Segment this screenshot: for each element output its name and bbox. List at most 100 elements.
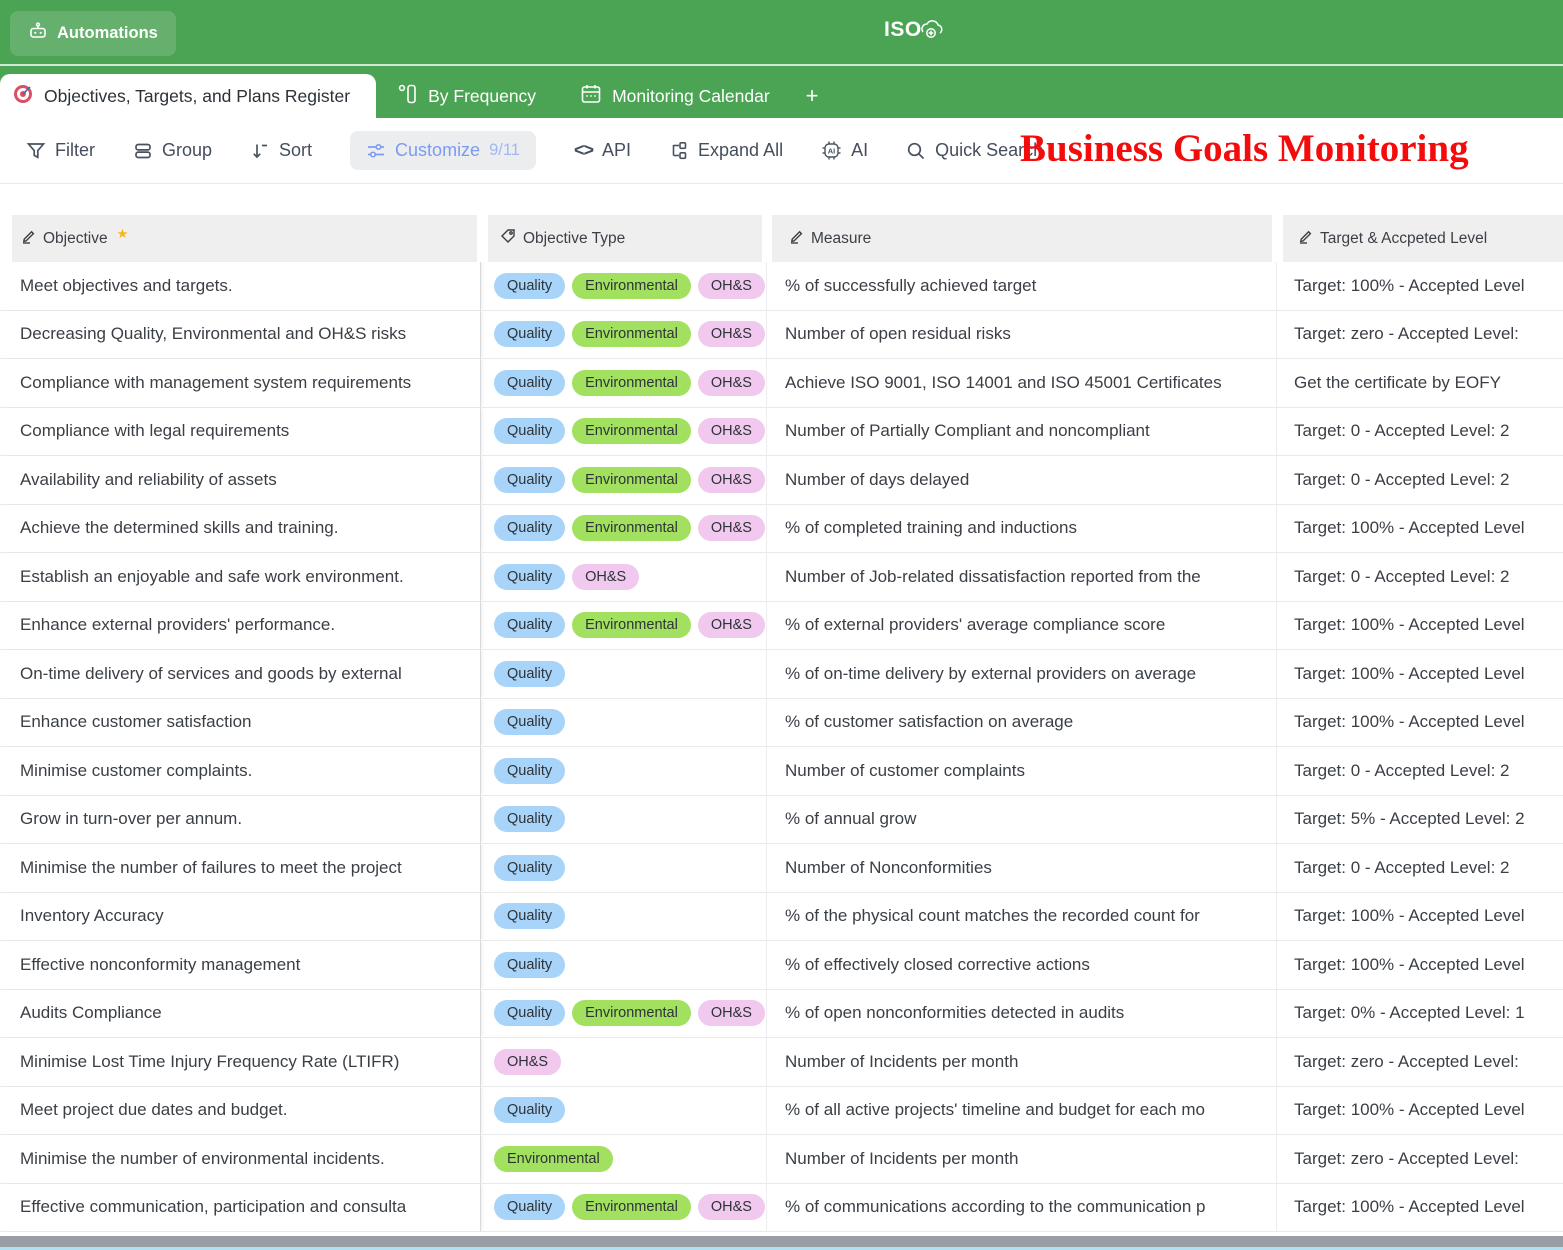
measure-cell[interactable]: Number of Incidents per month	[767, 1135, 1277, 1183]
measure-cell[interactable]: Achieve ISO 9001, ISO 14001 and ISO 4500…	[767, 359, 1277, 407]
tab-monitoring-calendar[interactable]: Monitoring Calendar	[558, 74, 792, 118]
table-row[interactable]: Establish an enjoyable and safe work env…	[0, 553, 1563, 602]
objective-cell[interactable]: Achieve the determined skills and traini…	[0, 505, 481, 553]
add-view-tab[interactable]: +	[792, 74, 833, 118]
objective-cell[interactable]: Meet project due dates and budget.	[0, 1087, 481, 1135]
objective-type-cell[interactable]: QualityEnvironmentalOH&S	[481, 359, 767, 407]
filter-button[interactable]: Filter	[26, 140, 95, 161]
objective-cell[interactable]: Compliance with management system requir…	[0, 359, 481, 407]
target-cell[interactable]: Target: zero - Accepted Level:	[1277, 1038, 1563, 1086]
target-cell[interactable]: Target: 100% - Accepted Level	[1277, 650, 1563, 698]
table-row[interactable]: Achieve the determined skills and traini…	[0, 505, 1563, 554]
table-row[interactable]: Compliance with legal requirements Quali…	[0, 408, 1563, 457]
measure-cell[interactable]: Number of Incidents per month	[767, 1038, 1277, 1086]
table-row[interactable]: Inventory Accuracy Quality % of the phys…	[0, 893, 1563, 942]
objective-type-cell[interactable]: QualityEnvironmentalOH&S	[481, 505, 767, 553]
ai-button[interactable]: AI AI	[821, 140, 868, 161]
objective-cell[interactable]: Meet objectives and targets.	[0, 262, 481, 310]
objective-cell[interactable]: Enhance customer satisfaction	[0, 699, 481, 747]
api-button[interactable]: <> API	[574, 140, 631, 161]
target-cell[interactable]: Target: 100% - Accepted Level	[1277, 262, 1563, 310]
measure-cell[interactable]: % of open nonconformities detected in au…	[767, 990, 1277, 1038]
target-cell[interactable]: Target: 100% - Accepted Level	[1277, 505, 1563, 553]
automations-button[interactable]: Automations	[10, 11, 176, 56]
table-row[interactable]: Availability and reliability of assets Q…	[0, 456, 1563, 505]
table-row[interactable]: Minimise the number of failures to meet …	[0, 844, 1563, 893]
table-row[interactable]: Minimise customer complaints. Quality Nu…	[0, 747, 1563, 796]
table-row[interactable]: Meet project due dates and budget. Quali…	[0, 1087, 1563, 1136]
objective-type-cell[interactable]: Quality	[481, 796, 767, 844]
table-row[interactable]: Minimise the number of environmental inc…	[0, 1135, 1563, 1184]
column-header-objective-type[interactable]: Objective Type	[488, 215, 762, 262]
table-row[interactable]: Audits Compliance QualityEnvironmentalOH…	[0, 990, 1563, 1039]
measure-cell[interactable]: Number of Partially Compliant and noncom…	[767, 408, 1277, 456]
group-button[interactable]: Group	[133, 140, 212, 161]
objective-cell[interactable]: Effective communication, participation a…	[0, 1184, 481, 1232]
table-row[interactable]: Enhance customer satisfaction Quality % …	[0, 699, 1563, 748]
target-cell[interactable]: Target: 0 - Accepted Level: 2	[1277, 408, 1563, 456]
column-header-target[interactable]: Target & Accpeted Level	[1283, 215, 1563, 262]
objective-type-cell[interactable]: QualityOH&S	[481, 553, 767, 601]
target-cell[interactable]: Target: 0 - Accepted Level: 2	[1277, 844, 1563, 892]
target-cell[interactable]: Get the certificate by EOFY	[1277, 359, 1563, 407]
objective-type-cell[interactable]: QualityEnvironmentalOH&S	[481, 408, 767, 456]
tab-objectives-register[interactable]: Objectives, Targets, and Plans Register	[0, 74, 376, 118]
target-cell[interactable]: Target: 0 - Accepted Level: 2	[1277, 747, 1563, 795]
objective-cell[interactable]: Availability and reliability of assets	[0, 456, 481, 504]
objective-type-cell[interactable]: Quality	[481, 699, 767, 747]
measure-cell[interactable]: % of effectively closed corrective actio…	[767, 941, 1277, 989]
horizontal-scrollbar[interactable]	[0, 1236, 1563, 1247]
objective-cell[interactable]: Audits Compliance	[0, 990, 481, 1038]
target-cell[interactable]: Target: 0 - Accepted Level: 2	[1277, 553, 1563, 601]
customize-button[interactable]: Customize 9/11	[350, 131, 536, 170]
expand-all-button[interactable]: Expand All	[669, 140, 783, 161]
measure-cell[interactable]: Number of Nonconformities	[767, 844, 1277, 892]
objective-type-cell[interactable]: Quality	[481, 893, 767, 941]
objective-type-cell[interactable]: Quality	[481, 941, 767, 989]
measure-cell[interactable]: Number of customer complaints	[767, 747, 1277, 795]
table-row[interactable]: Meet objectives and targets. QualityEnvi…	[0, 262, 1563, 311]
objective-type-cell[interactable]: Quality	[481, 1087, 767, 1135]
target-cell[interactable]: Target: 0% - Accepted Level: 1	[1277, 990, 1563, 1038]
target-cell[interactable]: Target: 100% - Accepted Level	[1277, 699, 1563, 747]
target-cell[interactable]: Target: 100% - Accepted Level	[1277, 602, 1563, 650]
objective-type-cell[interactable]: QualityEnvironmentalOH&S	[481, 990, 767, 1038]
measure-cell[interactable]: % of on-time delivery by external provid…	[767, 650, 1277, 698]
table-row[interactable]: On-time delivery of services and goods b…	[0, 650, 1563, 699]
objective-cell[interactable]: Establish an enjoyable and safe work env…	[0, 553, 481, 601]
table-row[interactable]: Effective communication, participation a…	[0, 1184, 1563, 1233]
target-cell[interactable]: Target: zero - Accepted Level:	[1277, 311, 1563, 359]
measure-cell[interactable]: % of customer satisfaction on average	[767, 699, 1277, 747]
measure-cell[interactable]: Number of Job-related dissatisfaction re…	[767, 553, 1277, 601]
sort-button[interactable]: Sort	[250, 140, 312, 161]
target-cell[interactable]: Target: 100% - Accepted Level	[1277, 1184, 1563, 1232]
objective-type-cell[interactable]: Quality	[481, 650, 767, 698]
target-cell[interactable]: Target: 100% - Accepted Level	[1277, 893, 1563, 941]
objective-type-cell[interactable]: QualityEnvironmentalOH&S	[481, 602, 767, 650]
table-row[interactable]: Compliance with management system requir…	[0, 359, 1563, 408]
objective-type-cell[interactable]: OH&S	[481, 1038, 767, 1086]
measure-cell[interactable]: % of external providers' average complia…	[767, 602, 1277, 650]
target-cell[interactable]: Target: 5% - Accepted Level: 2	[1277, 796, 1563, 844]
objective-cell[interactable]: Compliance with legal requirements	[0, 408, 481, 456]
measure-cell[interactable]: % of annual grow	[767, 796, 1277, 844]
measure-cell[interactable]: Number of open residual risks	[767, 311, 1277, 359]
measure-cell[interactable]: % of all active projects' timeline and b…	[767, 1087, 1277, 1135]
measure-cell[interactable]: % of successfully achieved target	[767, 262, 1277, 310]
table-row[interactable]: Decreasing Quality, Environmental and OH…	[0, 311, 1563, 360]
measure-cell[interactable]: % of completed training and inductions	[767, 505, 1277, 553]
table-row[interactable]: Minimise Lost Time Injury Frequency Rate…	[0, 1038, 1563, 1087]
objective-cell[interactable]: Grow in turn-over per annum.	[0, 796, 481, 844]
target-cell[interactable]: Target: zero - Accepted Level:	[1277, 1135, 1563, 1183]
objective-cell[interactable]: Decreasing Quality, Environmental and OH…	[0, 311, 481, 359]
table-row[interactable]: Grow in turn-over per annum. Quality % o…	[0, 796, 1563, 845]
column-header-measure[interactable]: Measure	[772, 215, 1272, 262]
objective-cell[interactable]: Enhance external providers' performance.	[0, 602, 481, 650]
objective-type-cell[interactable]: QualityEnvironmentalOH&S	[481, 262, 767, 310]
target-cell[interactable]: Target: 0 - Accepted Level: 2	[1277, 456, 1563, 504]
objective-type-cell[interactable]: QualityEnvironmentalOH&S	[481, 311, 767, 359]
table-row[interactable]: Enhance external providers' performance.…	[0, 602, 1563, 651]
measure-cell[interactable]: % of the physical count matches the reco…	[767, 893, 1277, 941]
objective-cell[interactable]: Minimise the number of environmental inc…	[0, 1135, 481, 1183]
objective-type-cell[interactable]: QualityEnvironmentalOH&S	[481, 1184, 767, 1232]
